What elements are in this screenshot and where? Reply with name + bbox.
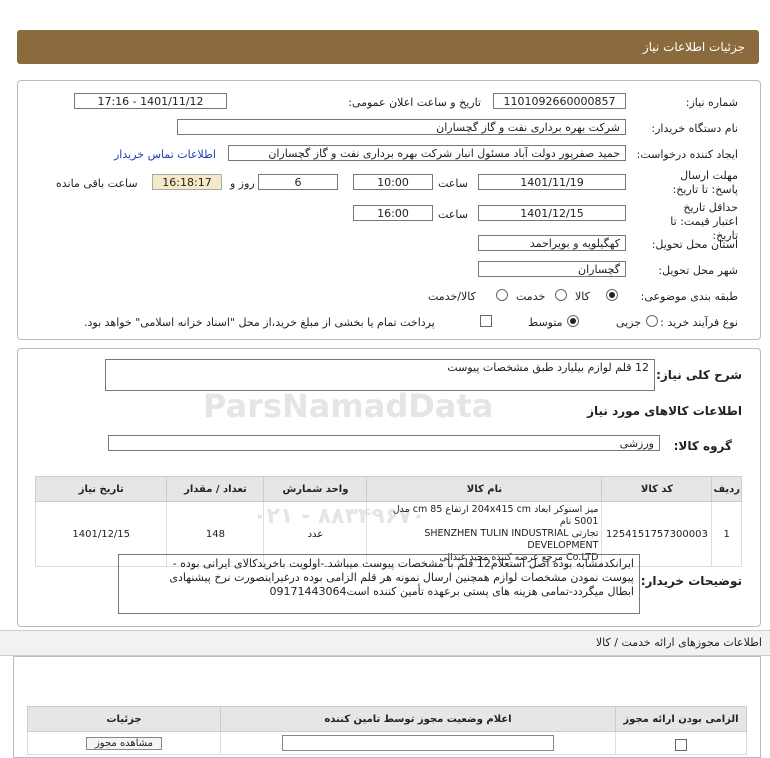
process-radio-minor[interactable] (646, 315, 658, 327)
permit-details-cell: مشاهده مجوز (27, 731, 221, 755)
permit-col-status: اعلام وضعیت مجوز توسط تامین کننده (220, 706, 616, 732)
group-field[interactable]: ورزشی (108, 435, 660, 451)
category-radio-service[interactable] (555, 289, 567, 301)
goods-table-header: ردیف کد کالا نام کالا واحد شمارش تعداد /… (34, 476, 742, 502)
category-radio-both[interactable] (496, 289, 508, 301)
permit-col-details: جزئیات (27, 706, 221, 732)
remaining-time-field: 16:18:17 (152, 174, 222, 190)
deadline-time-word: ساعت (438, 177, 468, 190)
need-summary-panel: ParsNamadData ۰۲۱ - ۸۸۳۴۹۶۷۰ شرح کلی نیا… (17, 348, 761, 627)
row-index: 1 (711, 501, 742, 567)
buyer-notes-line3: ابطال میگردد-تمامی هزینه های پستی برعهده… (269, 585, 634, 598)
process-option-minor: جزیی (616, 316, 642, 329)
permit-status-cell (220, 731, 616, 755)
days-word: روز و (230, 177, 255, 190)
buyer-notes-field[interactable]: ایرانکدمشابه بوده اصل استعلام12 قلم با م… (118, 554, 640, 614)
announce-label: تاریخ و ساعت اعلان عمومی: (348, 96, 481, 109)
process-radio-medium[interactable] (567, 315, 579, 327)
contact-buyer-link[interactable]: اطلاعات تماس خریدار (114, 148, 216, 161)
province-label: استان محل تحویل: (651, 238, 738, 251)
summary-label: شرح کلی نیاز: (656, 368, 742, 382)
permits-title-bar: اطلاعات مجوزهای ارائه خدمت / کالا (0, 630, 770, 656)
goods-info-title: اطلاعات کالاهای مورد نیاز (587, 404, 742, 418)
category-option-both: کالا/خدمت (428, 290, 476, 303)
days-field[interactable]: 6 (258, 174, 338, 190)
category-option-service: خدمت (516, 290, 546, 303)
col-unit: واحد شمارش (263, 476, 368, 502)
validity-label: حداقل تاریخ اعتبار قیمت: تا تاریخ: (670, 201, 738, 242)
row-name-line2: تجارتی SHENZHEN TULIN INDUSTRIAL DEVELOP… (424, 528, 599, 551)
view-permit-button[interactable]: مشاهده مجوز (85, 736, 163, 750)
col-qty: تعداد / مقدار (166, 476, 265, 502)
province-field[interactable]: کهگیلویه و بویراحمد (478, 235, 626, 251)
permit-status-select[interactable] (282, 735, 554, 751)
page-header: جزئیات اطلاعات نیاز (17, 30, 759, 64)
col-name: نام کالا (366, 476, 603, 502)
permit-row: مشاهده مجوز (27, 731, 747, 755)
validity-time-word: ساعت (438, 208, 468, 221)
permits-title: اطلاعات مجوزهای ارائه خدمت / کالا (595, 636, 762, 649)
page-title: جزئیات اطلاعات نیاز (642, 40, 745, 54)
col-row: ردیف (711, 476, 742, 502)
permits-panel: الزامی بودن ارائه مجوز اعلام وضعیت مجوز … (13, 656, 761, 758)
deadline-time-field[interactable]: 10:00 (353, 174, 433, 190)
category-radio-goods[interactable] (606, 289, 618, 301)
process-option-medium: متوسط (528, 316, 563, 329)
category-label: طبقه بندی موضوعی: (640, 290, 738, 303)
permit-required-cell (615, 731, 747, 755)
category-option-goods: کالا (575, 290, 590, 303)
remaining-word: ساعت باقی مانده (56, 177, 138, 190)
city-field[interactable]: گچساران (478, 261, 626, 277)
summary-field[interactable]: 12 قلم لوازم بیلیارد طبق مشخصات پیوست (105, 359, 655, 391)
announce-field[interactable]: 1401/11/12 - 17:16 (74, 93, 227, 109)
watermark: ParsNamadData (203, 387, 494, 425)
deadline-label: مهلت ارسال پاسخ: تا تاریخ: (672, 169, 738, 196)
col-code: کد کالا (601, 476, 713, 502)
validity-time-field[interactable]: 16:00 (353, 205, 433, 221)
need-no-label: شماره نیاز: (685, 96, 738, 109)
need-info-panel: شماره نیاز: 1101092660000857 تاریخ و ساع… (17, 80, 761, 340)
deadline-date-field[interactable]: 1401/11/19 (478, 174, 626, 190)
city-label: شهر محل تحویل: (658, 264, 738, 277)
permits-header: الزامی بودن ارائه مجوز اعلام وضعیت مجوز … (27, 706, 747, 732)
creator-field[interactable]: حمید صفرپور دولت آباد مسئول انبار شرکت ب… (228, 145, 626, 161)
buyer-notes-line1: ایرانکدمشابه بوده اصل استعلام12 قلم با م… (172, 557, 634, 570)
col-date: تاریخ نیاز (34, 476, 168, 502)
process-label: نوع فرآیند خرید : (660, 316, 738, 329)
permit-col-required: الزامی بودن ارائه مجوز (615, 706, 747, 732)
validity-date-field[interactable]: 1401/12/15 (478, 205, 626, 221)
payment-note: پرداخت تمام یا بخشی از مبلغ خرید،از محل … (84, 316, 435, 329)
payment-checkbox[interactable] (480, 315, 492, 327)
group-label: گروه کالا: (673, 439, 732, 453)
buyer-notes-label: توضیحات خریدار: (640, 574, 742, 588)
creator-label: ایجاد کننده درخواست: (636, 148, 738, 161)
permits-table: الزامی بودن ارائه مجوز اعلام وضعیت مجوز … (27, 706, 747, 755)
row-name-line1: میز اسنوکر ابعاد 204x415 cm ارتفاع 85 cm… (392, 504, 599, 527)
buyer-field[interactable]: شرکت بهره برداری نفت و گاز گچساران (177, 119, 626, 135)
buyer-notes-line2: پیوست نمودن مشخصات لوازم همچنین ارسال نم… (169, 571, 634, 584)
need-no-field[interactable]: 1101092660000857 (493, 93, 626, 109)
buyer-label: نام دستگاه خریدار: (651, 122, 738, 135)
